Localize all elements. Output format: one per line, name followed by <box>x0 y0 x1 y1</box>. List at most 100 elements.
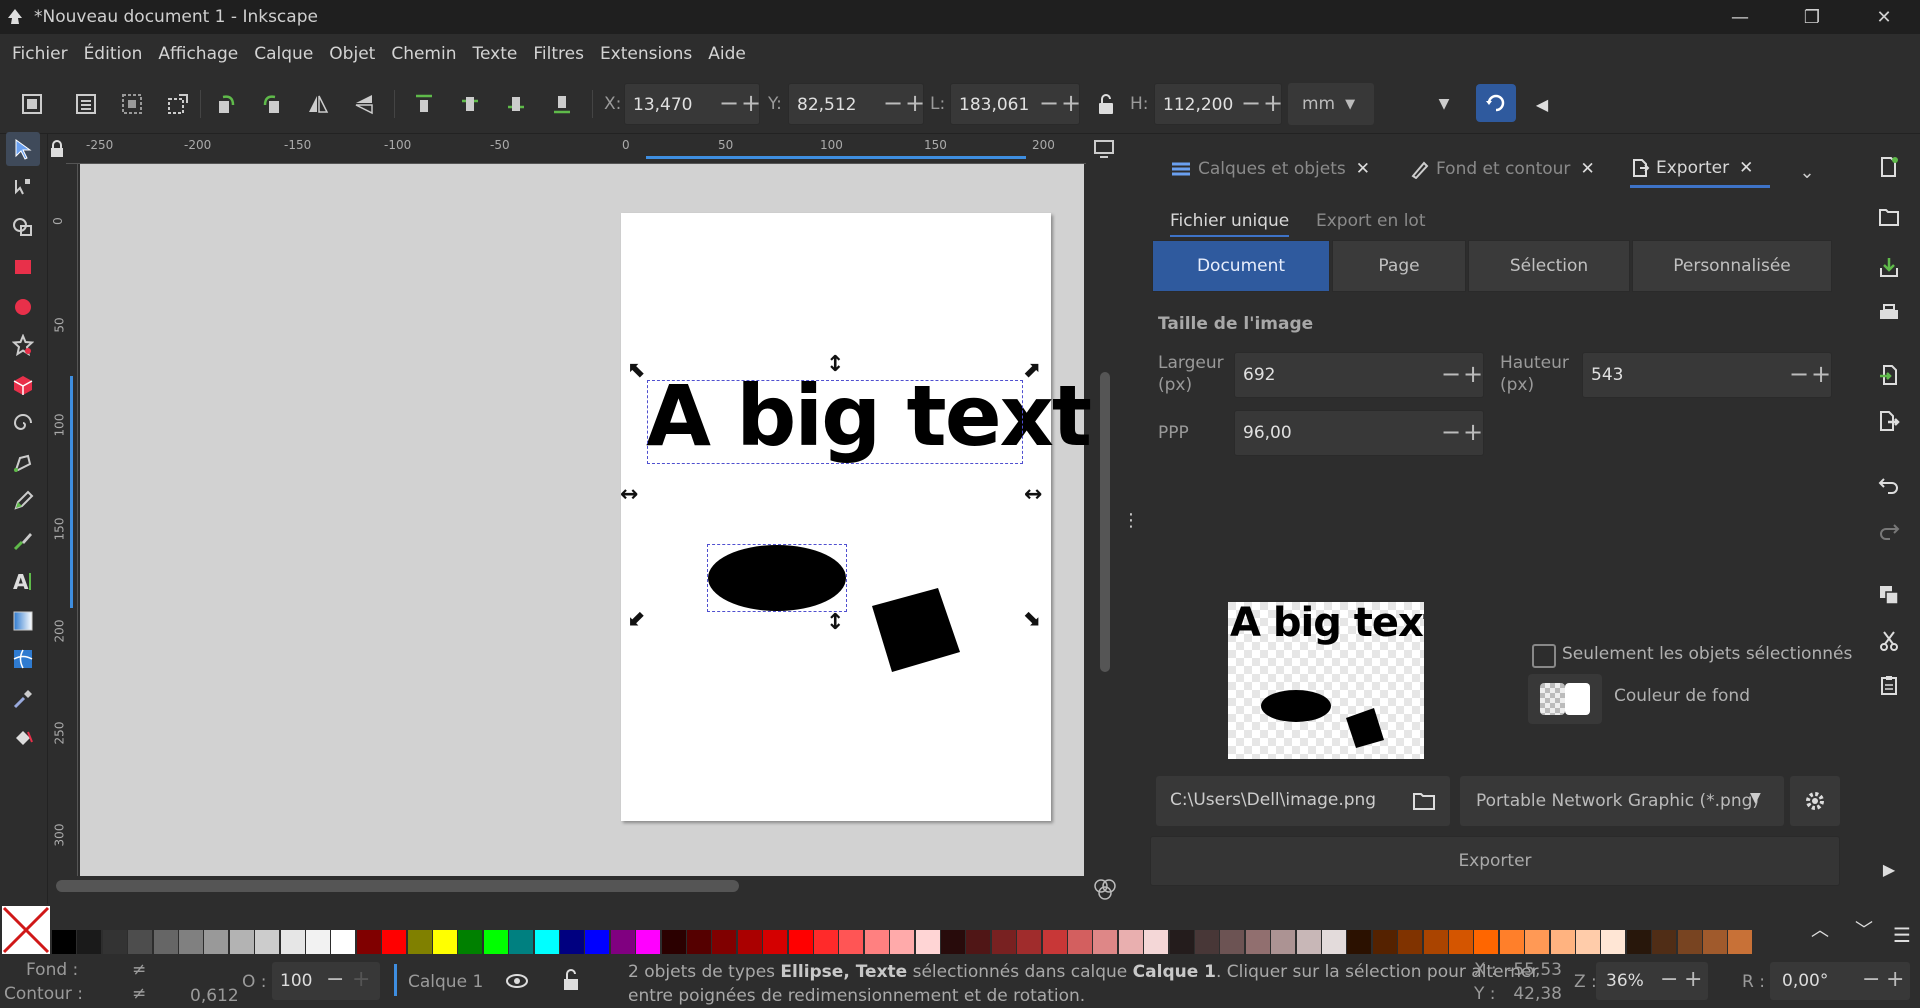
mesh-tool-icon[interactable] <box>6 642 40 676</box>
palette-scroll-down-icon[interactable]: ﹀ <box>1852 914 1876 944</box>
palette-swatch[interactable] <box>1652 930 1677 954</box>
palette-swatch[interactable] <box>1626 930 1651 954</box>
palette-swatch[interactable] <box>1271 930 1296 954</box>
palette-swatch[interactable] <box>737 930 762 954</box>
snap-toggle-icon[interactable] <box>1476 84 1516 122</box>
rotate-cw-icon[interactable] <box>256 88 288 120</box>
x-spinbox[interactable]: 13,470 − + <box>624 83 761 125</box>
panel-resize-handle-icon[interactable]: ⋮ <box>1122 500 1140 540</box>
palette-swatch[interactable] <box>509 930 534 954</box>
current-layer[interactable]: Calque 1 <box>408 972 483 992</box>
palette-swatch[interactable] <box>1296 930 1321 954</box>
width-input[interactable]: 183,061 <box>959 95 1029 115</box>
new-document-icon[interactable] <box>1872 150 1906 184</box>
menu-affichage[interactable]: Affichage <box>150 34 246 74</box>
import-icon[interactable] <box>1872 358 1906 392</box>
x-increment-button[interactable]: + <box>741 91 761 115</box>
flip-horizontal-icon[interactable] <box>302 88 334 120</box>
pen-tool-icon[interactable] <box>6 446 40 480</box>
open-document-icon[interactable] <box>1872 200 1906 234</box>
close-tab-icon[interactable]: ✕ <box>1739 158 1753 178</box>
palette-swatch[interactable] <box>407 930 432 954</box>
export-height-input[interactable]: 543 <box>1591 365 1623 385</box>
rectangle-tool-icon[interactable] <box>6 250 40 284</box>
bg-color-button[interactable] <box>1528 674 1602 724</box>
resize-handle-tr-icon[interactable]: ⬈ <box>1022 358 1040 383</box>
export-width-decrement-button[interactable]: − <box>1441 362 1461 386</box>
export-settings-gear-icon[interactable] <box>1790 776 1840 826</box>
undo-icon[interactable] <box>1872 468 1906 502</box>
palette-swatch[interactable] <box>1703 930 1727 954</box>
palette-swatch[interactable] <box>1093 930 1118 954</box>
resize-handle-b-icon[interactable]: ↕ <box>826 610 844 635</box>
dpi-decrement-button[interactable]: − <box>1441 420 1461 444</box>
height-spinbox[interactable]: 112,200 − + <box>1154 83 1283 125</box>
palette-swatch[interactable] <box>483 930 508 954</box>
palette-swatch[interactable] <box>1423 930 1448 954</box>
palette-swatch[interactable] <box>255 930 280 954</box>
palette-swatch[interactable] <box>712 930 737 954</box>
palette-swatch[interactable] <box>1398 930 1423 954</box>
menu-edition[interactable]: Édition <box>76 34 151 74</box>
export-width-increment-button[interactable]: + <box>1463 362 1483 386</box>
menu-extensions[interactable]: Extensions <box>592 34 700 74</box>
opacity-input[interactable]: 100 <box>280 971 312 991</box>
palette-swatch[interactable] <box>687 930 711 954</box>
cut-icon[interactable] <box>1872 624 1906 658</box>
palette-swatch[interactable] <box>204 930 229 954</box>
height-increment-button[interactable]: + <box>1263 91 1283 115</box>
select-all-icon[interactable] <box>16 88 48 120</box>
opacity-spinbox[interactable]: 100 − + <box>272 962 380 1000</box>
only-selected-checkbox[interactable] <box>1532 644 1556 668</box>
zoom-out-button[interactable]: − <box>1660 967 1678 992</box>
horizontal-scrollbar[interactable] <box>56 880 739 892</box>
unlock-icon[interactable] <box>562 968 582 992</box>
palette-swatch[interactable] <box>763 930 788 954</box>
color-management-icon[interactable] <box>1092 878 1118 900</box>
segment-selection[interactable]: Sélection <box>1468 240 1630 292</box>
file-path-value[interactable]: C:\Users\Dell\image.png <box>1170 790 1376 810</box>
palette-swatch[interactable] <box>77 930 102 954</box>
ellipse-tool-icon[interactable] <box>6 290 40 324</box>
text-tool-icon[interactable]: A <box>6 564 40 598</box>
menu-chemin[interactable]: Chemin <box>383 34 464 74</box>
y-decrement-button[interactable]: − <box>883 91 903 115</box>
palette-swatch[interactable] <box>814 930 838 954</box>
palette-swatch[interactable] <box>1499 930 1524 954</box>
palette-swatch[interactable] <box>890 930 915 954</box>
zoom-in-button[interactable]: + <box>1684 967 1702 992</box>
export-button[interactable]: Exporter <box>1150 836 1840 886</box>
export-height-decrement-button[interactable]: − <box>1789 362 1809 386</box>
palette-swatch[interactable] <box>1728 930 1753 954</box>
width-increment-button[interactable]: + <box>1061 91 1081 115</box>
calligraphy-tool-icon[interactable] <box>6 524 40 558</box>
palette-swatch[interactable] <box>915 930 940 954</box>
palette-swatch[interactable] <box>1068 930 1092 954</box>
width-decrement-button[interactable]: − <box>1039 91 1059 115</box>
rotate-spinbox[interactable]: 0,00° − + <box>1770 962 1910 1000</box>
menu-objet[interactable]: Objet <box>321 34 383 74</box>
unit-dropdown[interactable]: mm ▼ <box>1288 83 1374 125</box>
dpi-increment-button[interactable]: + <box>1463 420 1483 444</box>
palette-swatch[interactable] <box>356 930 381 954</box>
paste-icon[interactable] <box>1872 668 1906 702</box>
resize-handle-t-icon[interactable]: ↕ <box>826 352 844 377</box>
pencil-tool-icon[interactable] <box>6 484 40 518</box>
palette-swatch[interactable] <box>229 930 254 954</box>
minimize-button[interactable]: — <box>1704 0 1776 34</box>
export-height-spinbox[interactable]: 543 − + <box>1582 352 1832 398</box>
palette-swatch[interactable] <box>331 930 356 954</box>
print-icon[interactable] <box>1872 296 1906 330</box>
palette-swatch[interactable] <box>534 930 559 954</box>
format-dropdown[interactable]: Portable Network Graphic (*.png) ▼ <box>1460 776 1784 826</box>
fill-indicator[interactable]: ≠ <box>132 960 146 980</box>
palette-swatch[interactable] <box>788 930 813 954</box>
paint-bucket-tool-icon[interactable] <box>6 720 40 754</box>
subtab-batch-export[interactable]: Export en lot <box>1316 211 1425 231</box>
resize-handle-br-icon[interactable]: ⬊ <box>1022 606 1040 631</box>
segment-document[interactable]: Document <box>1152 240 1330 292</box>
palette-swatch[interactable] <box>610 930 635 954</box>
spiral-tool-icon[interactable] <box>6 406 40 440</box>
palette-swatch[interactable] <box>153 930 178 954</box>
resize-handle-tl-icon[interactable]: ⬉ <box>628 358 646 383</box>
